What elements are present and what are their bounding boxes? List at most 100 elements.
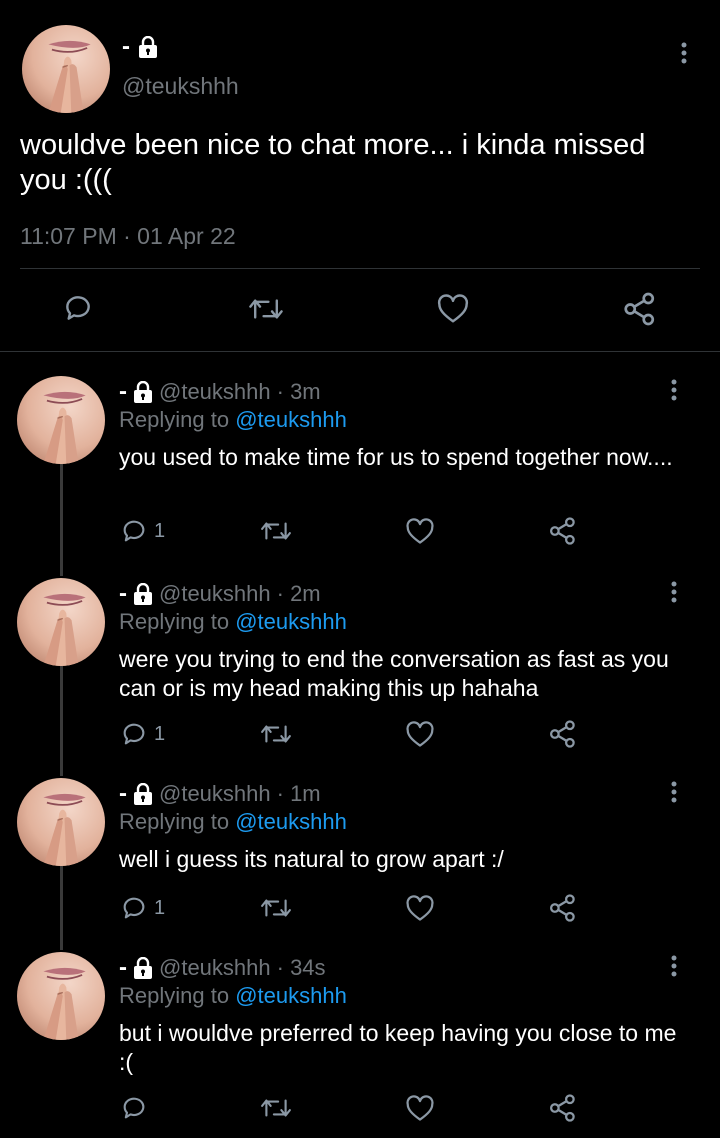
share-icon xyxy=(622,291,658,327)
reply-count: 1 xyxy=(154,896,166,919)
reply-icon xyxy=(120,517,148,545)
retweet-icon xyxy=(260,518,292,544)
replying-handle-link[interactable]: @teukshhh xyxy=(235,407,347,432)
reply-header: - @teukshhh · 3m xyxy=(119,378,321,406)
share-button[interactable] xyxy=(548,1093,578,1123)
more-vertical-icon[interactable] xyxy=(664,375,684,405)
reply-text: were you trying to end the conversation … xyxy=(119,646,669,701)
reply-count: 1 xyxy=(154,519,166,542)
tweet-timestamp: 11:07 PM · 01 Apr 22 xyxy=(20,223,236,249)
avatar[interactable] xyxy=(17,778,105,866)
like-button[interactable] xyxy=(436,294,470,324)
divider xyxy=(20,268,700,269)
more-vertical-icon[interactable] xyxy=(674,38,694,68)
retweet-button[interactable] xyxy=(248,294,284,324)
lock-icon xyxy=(133,956,153,979)
replying-label: Replying to xyxy=(119,983,230,1008)
replying-to: Replying to @teukshhh xyxy=(119,983,347,1009)
lock-icon xyxy=(133,380,153,403)
like-icon xyxy=(405,895,435,922)
replying-label: Replying to xyxy=(119,407,230,432)
retweet-icon xyxy=(248,294,284,324)
avatar[interactable] xyxy=(17,578,105,666)
like-button[interactable] xyxy=(405,721,435,748)
reply-text: but i wouldve preferred to keep having y… xyxy=(119,1020,677,1075)
like-icon xyxy=(405,518,435,545)
display-name-text: - xyxy=(122,33,130,60)
reply-button[interactable] xyxy=(120,1094,154,1122)
lock-icon xyxy=(133,582,153,605)
reply-time: · 3m xyxy=(276,379,321,404)
share-icon xyxy=(548,893,578,923)
retweet-button[interactable] xyxy=(260,895,292,921)
replying-handle-link[interactable]: @teukshhh xyxy=(235,809,347,834)
reply-button[interactable]: 1 xyxy=(120,894,165,922)
reply-button[interactable]: 1 xyxy=(120,517,165,545)
retweet-button[interactable] xyxy=(260,721,292,747)
share-button[interactable] xyxy=(548,719,578,749)
like-button[interactable] xyxy=(405,518,435,545)
handle[interactable]: @teukshhh xyxy=(159,781,271,807)
divider xyxy=(0,351,720,352)
retweet-icon xyxy=(260,721,292,747)
share-icon xyxy=(548,719,578,749)
reply-button[interactable] xyxy=(62,292,94,324)
display-name[interactable]: - xyxy=(119,954,127,982)
display-name[interactable]: - xyxy=(122,33,158,61)
like-button[interactable] xyxy=(405,895,435,922)
more-vertical-icon[interactable] xyxy=(664,777,684,807)
reply-header: - @teukshhh · 1m xyxy=(119,780,321,808)
thread-line xyxy=(60,866,63,950)
reply-time: · 1m xyxy=(276,781,321,806)
retweet-button[interactable] xyxy=(260,1095,292,1121)
reply-icon xyxy=(120,894,148,922)
reply-icon xyxy=(62,292,94,324)
more-vertical-icon[interactable] xyxy=(664,577,684,607)
reply-count: 1 xyxy=(154,722,166,745)
handle[interactable]: @teukshhh xyxy=(159,955,271,981)
reply-header: - @teukshhh · 2m xyxy=(119,580,321,608)
tweet-text: wouldve been nice to chat more... i kind… xyxy=(20,129,646,196)
like-icon xyxy=(405,721,435,748)
replying-handle-link[interactable]: @teukshhh xyxy=(235,609,347,634)
replying-label: Replying to xyxy=(119,609,230,634)
thread-line xyxy=(60,666,63,776)
display-name[interactable]: - xyxy=(119,378,127,406)
share-icon xyxy=(548,1093,578,1123)
handle[interactable]: @teukshhh xyxy=(159,379,271,405)
replying-handle-link[interactable]: @teukshhh xyxy=(235,983,347,1008)
reply-text: well i guess its natural to grow apart :… xyxy=(119,846,504,872)
like-icon xyxy=(405,1095,435,1122)
retweet-icon xyxy=(260,1095,292,1121)
share-icon xyxy=(548,516,578,546)
reply-button[interactable]: 1 xyxy=(120,720,165,748)
like-icon xyxy=(436,294,470,324)
replying-to: Replying to @teukshhh xyxy=(119,407,347,433)
lock-icon xyxy=(133,782,153,805)
handle[interactable]: @teukshhh xyxy=(159,581,271,607)
more-vertical-icon[interactable] xyxy=(664,951,684,981)
display-name[interactable]: - xyxy=(119,580,127,608)
reply-header: - @teukshhh · 34s xyxy=(119,954,326,982)
reply-time: · 2m xyxy=(276,581,321,606)
reply-text: you used to make time for us to spend to… xyxy=(119,444,673,470)
retweet-button[interactable] xyxy=(260,518,292,544)
replying-to: Replying to @teukshhh xyxy=(119,609,347,635)
share-button[interactable] xyxy=(622,291,658,327)
display-name[interactable]: - xyxy=(119,780,127,808)
share-button[interactable] xyxy=(548,516,578,546)
reply-time: · 34s xyxy=(276,955,326,980)
share-button[interactable] xyxy=(548,893,578,923)
handle[interactable]: @teukshhh xyxy=(122,73,239,100)
thread-line xyxy=(60,464,63,576)
like-button[interactable] xyxy=(405,1095,435,1122)
reply-icon xyxy=(120,1094,148,1122)
avatar[interactable] xyxy=(22,25,110,113)
lock-icon xyxy=(138,35,158,58)
avatar[interactable] xyxy=(17,376,105,464)
retweet-icon xyxy=(260,895,292,921)
reply-icon xyxy=(120,720,148,748)
replying-label: Replying to xyxy=(119,809,230,834)
replying-to: Replying to @teukshhh xyxy=(119,809,347,835)
avatar[interactable] xyxy=(17,952,105,1040)
